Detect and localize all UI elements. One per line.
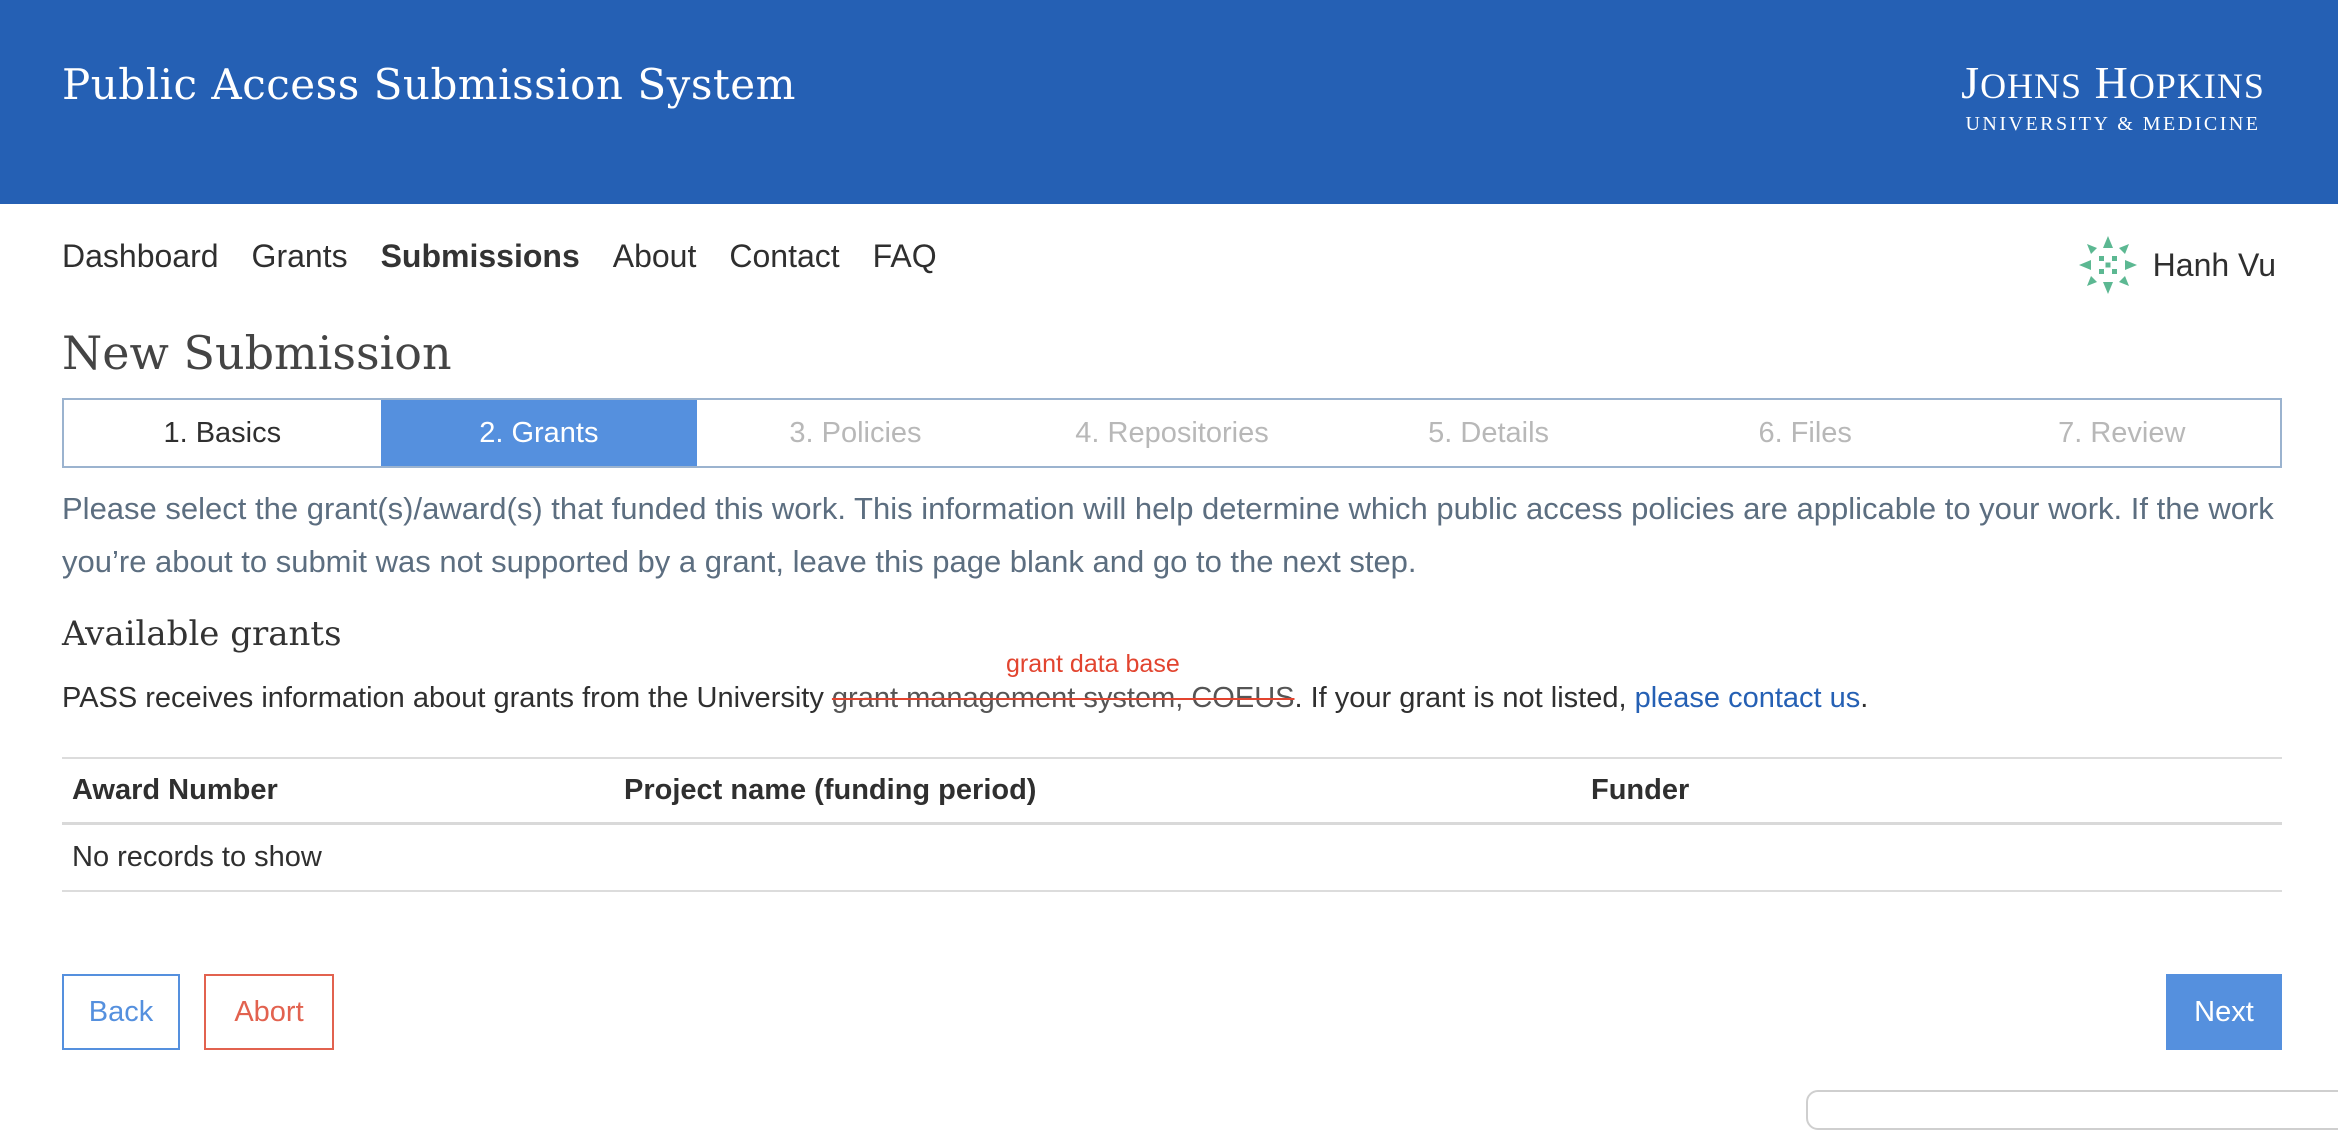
table-empty-row: No records to show: [62, 825, 2282, 892]
nav-contact[interactable]: Contact: [729, 238, 839, 275]
source-end: .: [1860, 682, 1869, 714]
page-title: New Submission: [62, 326, 452, 380]
table-header: Award Number Project name (funding perio…: [62, 757, 2282, 825]
step-review: 7. Review: [2058, 416, 2186, 449]
nav-submissions[interactable]: Submissions: [381, 238, 580, 275]
grants-source-text: PASS receives information about grants f…: [62, 682, 1868, 715]
user-name[interactable]: Hanh Vu: [2153, 247, 2276, 284]
column-project-name[interactable]: Project name (funding period): [614, 774, 1581, 807]
source-prefix: PASS receives information about grants f…: [62, 682, 832, 714]
identicon-avatar-icon: [2076, 234, 2139, 296]
abort-button[interactable]: Abort: [204, 974, 334, 1050]
intro-text: Please select the grant(s)/award(s) that…: [62, 491, 2274, 579]
nav-grants[interactable]: Grants: [252, 238, 348, 275]
main-nav: Dashboard Grants Submissions About Conta…: [62, 238, 937, 275]
step-basics[interactable]: 1. Basics: [64, 400, 381, 466]
back-button[interactable]: Back: [62, 974, 180, 1050]
nav-faq[interactable]: FAQ: [873, 238, 937, 275]
annotation-note: grant data base: [1006, 650, 1180, 678]
source-struck-text: grant management system, COEUS: [831, 682, 1295, 714]
app-title[interactable]: Public Access Submission System: [62, 60, 796, 109]
available-grants-heading: Available grants: [62, 614, 342, 654]
logo-main-text: JOHNS HOPKINS: [1961, 57, 2265, 108]
nav-about[interactable]: About: [613, 238, 697, 275]
bottom-corner-panel: [1806, 1090, 2338, 1130]
submission-steps: 1. Basics 2. Grants 3. Policies 4. Repos…: [62, 398, 2282, 468]
university-logo[interactable]: JOHNS HOPKINS UNIVERSITY & MEDICINE: [1948, 58, 2278, 136]
step-files: 6. Files: [1758, 416, 1852, 449]
next-button[interactable]: Next: [2166, 974, 2282, 1050]
contact-us-link[interactable]: please contact us: [1635, 682, 1861, 714]
user-menu[interactable]: Hanh Vu: [2076, 234, 2276, 296]
avatar[interactable]: [2076, 234, 2139, 296]
nav-dashboard[interactable]: Dashboard: [62, 238, 219, 275]
step-policies: 3. Policies: [789, 416, 922, 449]
grants-table: Award Number Project name (funding perio…: [62, 757, 2282, 892]
step-grants[interactable]: 2. Grants: [380, 400, 698, 466]
source-suffix: . If your grant is not listed,: [1294, 682, 1635, 714]
step-details: 5. Details: [1428, 416, 1550, 449]
column-funder[interactable]: Funder: [1581, 774, 2282, 807]
logo-sub-text: UNIVERSITY & MEDICINE: [1965, 113, 2261, 135]
column-award-number[interactable]: Award Number: [62, 774, 614, 807]
app-header: Public Access Submission System JOHNS HO…: [0, 0, 2338, 204]
step-repositories: 4. Repositories: [1075, 416, 1269, 449]
